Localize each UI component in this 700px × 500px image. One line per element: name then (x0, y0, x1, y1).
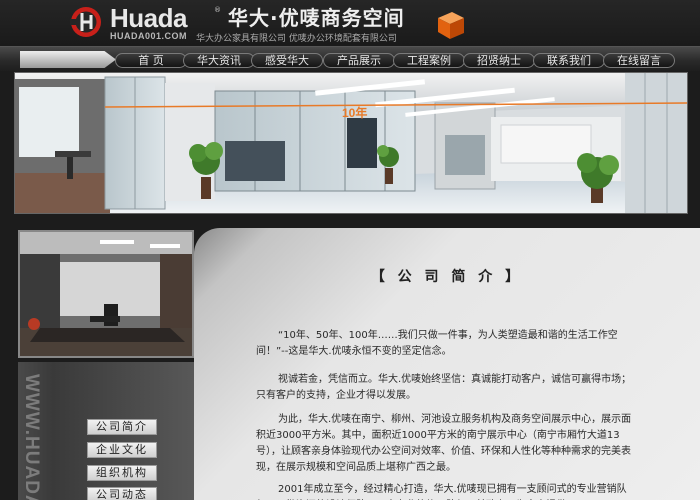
page: Huada ® 华大·优唛商务空间 HUADA001.COM 华大办公家具有限公… (0, 0, 700, 500)
paragraph-motto: “10年、50年、100年……我们只做一件事，为人类塑造最和谐的生活工作空间！”… (256, 330, 618, 357)
huada-logo-icon[interactable] (70, 5, 102, 39)
paragraph-integrity: 视诚若金，凭信而立。华大.优唛始终坚信：真诚能打动客户，诚信可赢得市场；只有客户… (256, 374, 632, 401)
office-banner-image: 10年 (14, 72, 688, 214)
nav-arrow-decoration (20, 51, 116, 68)
nav-about[interactable]: 感受华大 (251, 53, 323, 68)
sidebar-link-culture[interactable]: 企业文化 (87, 442, 157, 458)
nav-guestbook[interactable]: 在线留言 (603, 53, 675, 68)
site-url: HUADA001.COM (110, 31, 188, 41)
sidebar-watermark: WWW.HUADA (21, 374, 42, 500)
nav-products[interactable]: 产品展示 (323, 53, 395, 68)
company-names: 华大办公家具有限公司 优唛办公环境配套有限公司 (196, 34, 397, 44)
registered-mark: ® (214, 6, 221, 14)
office-interior-illustration (15, 73, 687, 213)
brand-name-cn: 华大·优唛商务空间 (228, 6, 405, 30)
nav-contact[interactable]: 联系我们 (533, 53, 605, 68)
meeting-room-photo (18, 230, 194, 358)
nav-news[interactable]: 华大资讯 (183, 53, 255, 68)
site-header: Huada ® 华大·优唛商务空间 HUADA001.COM 华大办公家具有限公… (0, 0, 700, 46)
sidebar-link-news[interactable]: 公司动态 (87, 487, 157, 500)
nav-cases[interactable]: 工程案例 (393, 53, 465, 68)
paragraph-history: 2001年成立至今，经过精心打造，华大.优唛现已拥有一支顾问式的专业营销队伍，一… (278, 484, 627, 495)
content-title: 【 公 司 简 介 】 (370, 269, 524, 285)
brand-name-en: Huada (110, 3, 187, 33)
sidebar-link-organization[interactable]: 组织机构 (87, 465, 157, 481)
orange-cube-icon (438, 12, 464, 39)
meeting-room-illustration (20, 232, 192, 356)
main-nav: 首 页 华大资讯 感受华大 产品展示 工程案例 招贤纳士 联系我们 在线留言 (0, 46, 700, 71)
nav-home[interactable]: 首 页 (115, 53, 187, 68)
paragraph-showroom: 为此，华大.优唛在南宁、柳州、河池设立服务机构及商务空间展示中心，展示面积近30… (256, 414, 632, 473)
banner-10-years-label: 10年 (342, 106, 368, 120)
left-sidebar: WWW.HUADA 公司简介 企业文化 组织机构 公司动态 (0, 214, 200, 500)
sidebar-link-profile[interactable]: 公司简介 (87, 419, 157, 435)
company-profile-content: 【 公 司 简 介 】 “10年、50年、100年……我们只做一件事，为人类塑造… (194, 228, 700, 500)
nav-careers[interactable]: 招贤纳士 (463, 53, 535, 68)
